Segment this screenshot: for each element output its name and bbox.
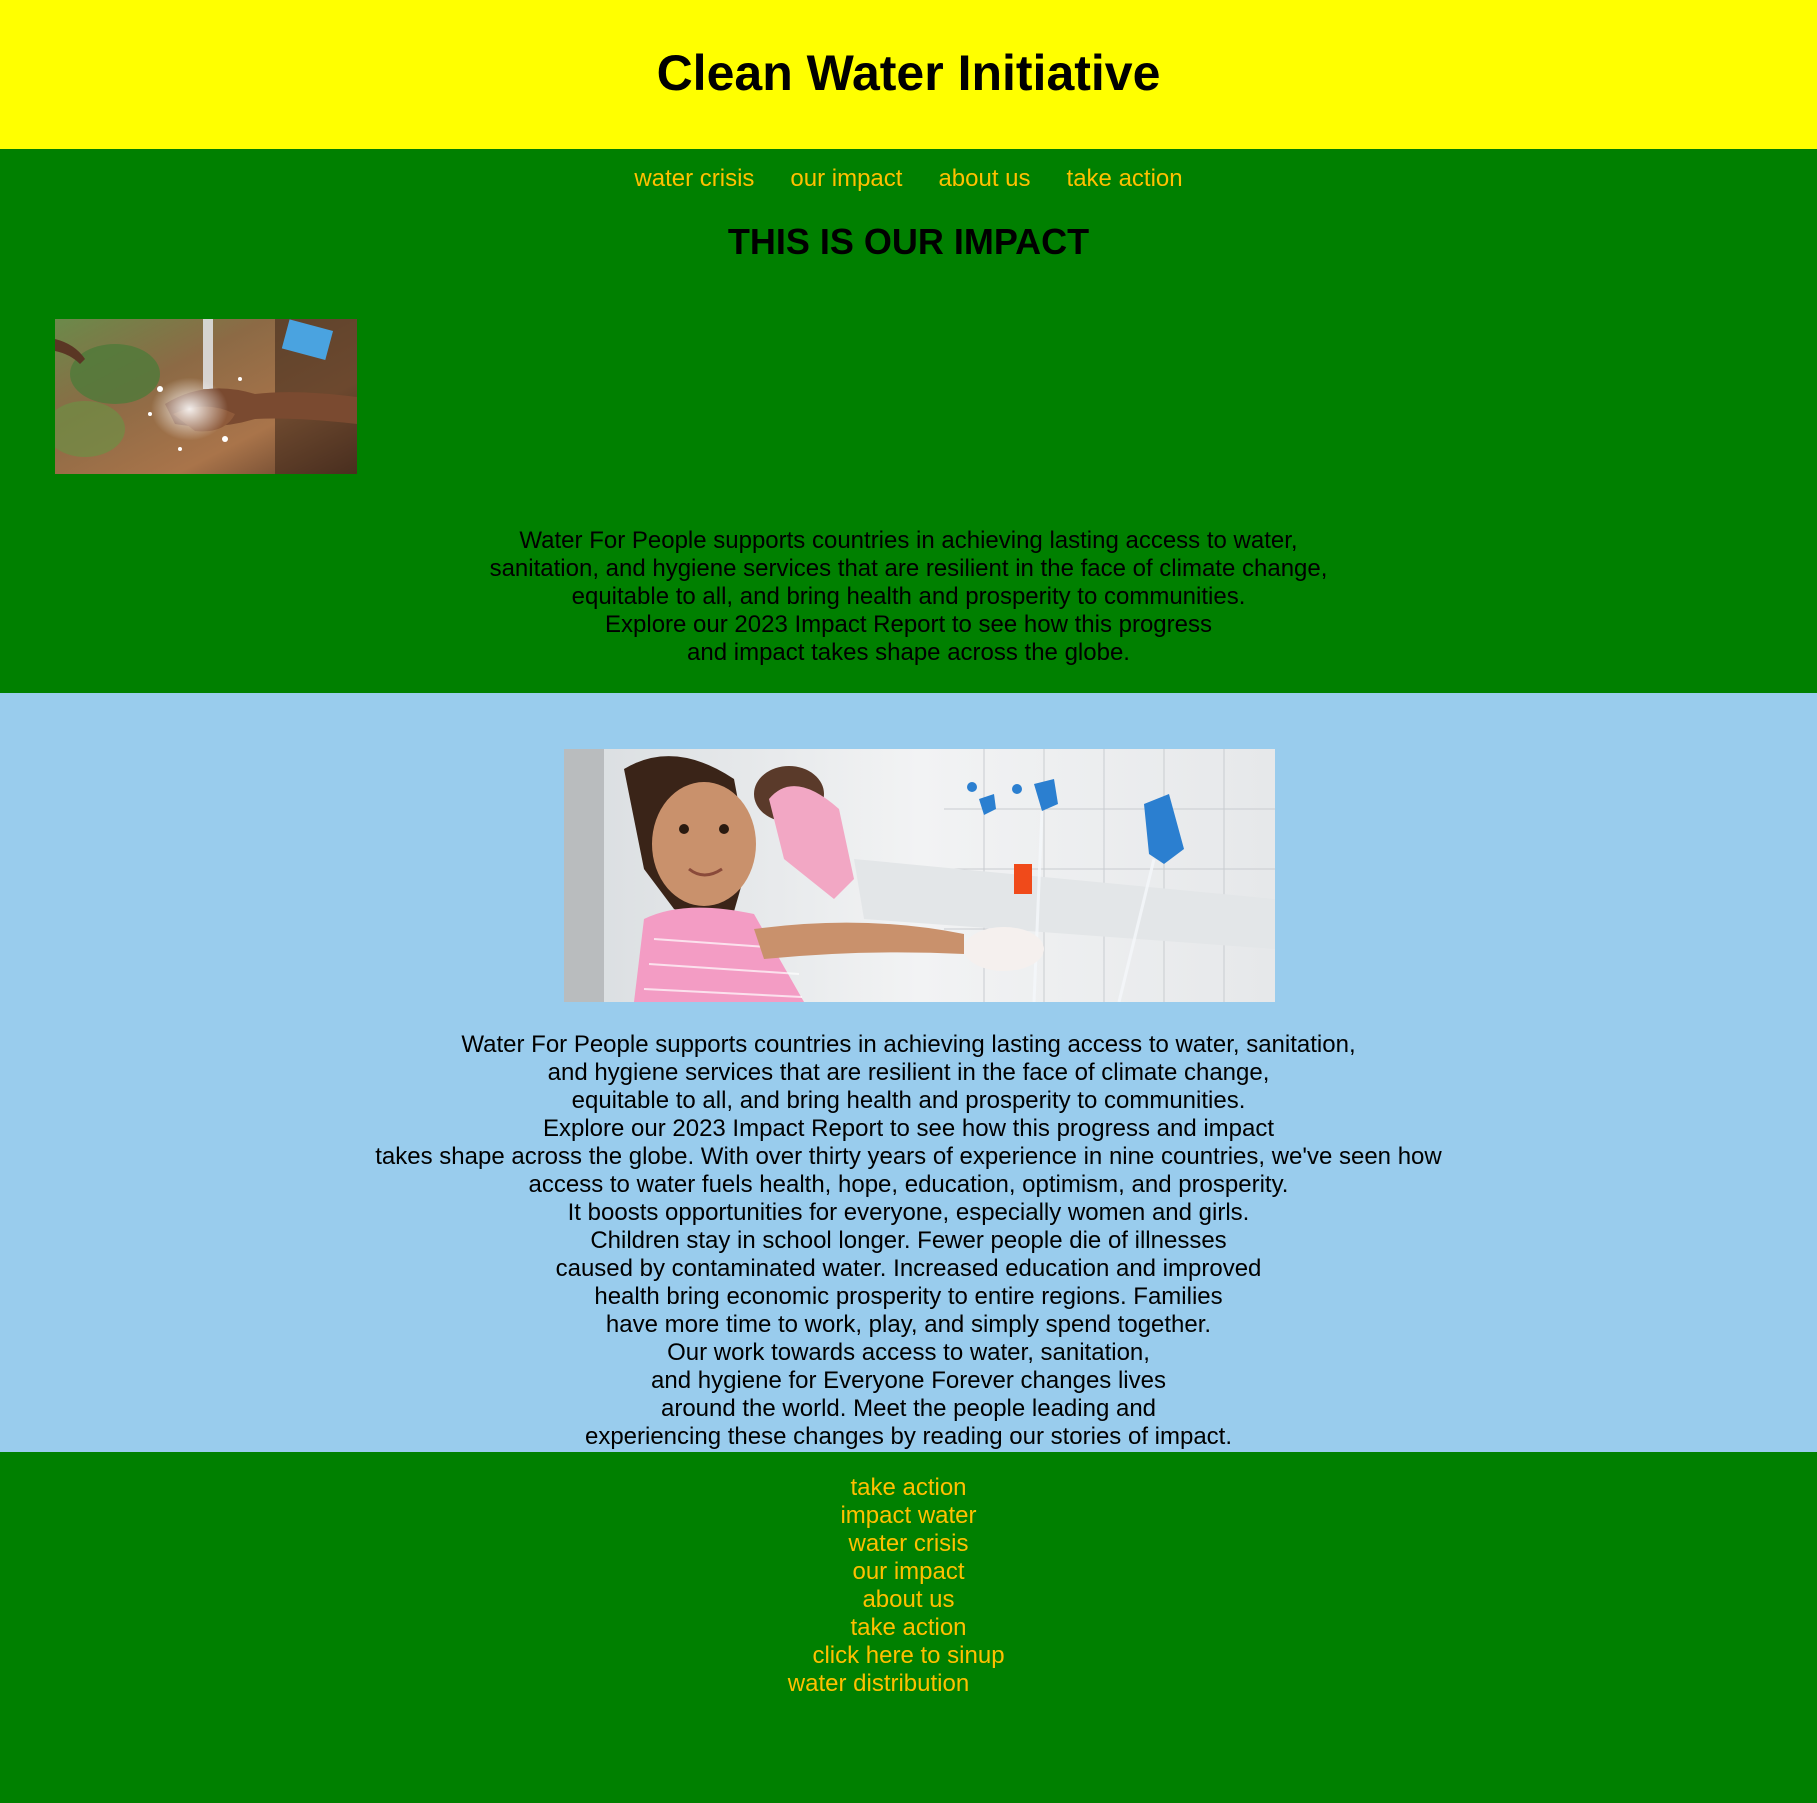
- hands-water-photo: [55, 319, 357, 474]
- nav-link-about-us[interactable]: about us: [938, 165, 1030, 193]
- footer-link-take-action-2[interactable]: take action: [850, 1614, 966, 1642]
- footer-link-impact-water[interactable]: impact water: [840, 1502, 976, 1530]
- site-footer: take action impact water water crisis ou…: [0, 1452, 1817, 1803]
- footer-link-take-action[interactable]: take action: [850, 1474, 966, 1502]
- footer-link-our-impact[interactable]: our impact: [852, 1558, 964, 1586]
- site-title: Clean Water Initiative: [656, 44, 1161, 101]
- footer-link-water-crisis[interactable]: water crisis: [848, 1530, 968, 1558]
- nav-link-take-action[interactable]: take action: [1067, 165, 1183, 193]
- site-header: Clean Water Initiative: [0, 0, 1817, 149]
- impact-heading: THIS IS OUR IMPACT: [727, 221, 1090, 262]
- top-nav: water crisis our impact about us take ac…: [0, 149, 1817, 209]
- stories-description: Water For People supports countries in a…: [375, 1031, 1442, 1450]
- footer-link-signup[interactable]: click here to sinup: [812, 1642, 1004, 1670]
- girl-handwashing-photo: [564, 749, 1275, 1002]
- impact-section: water crisis our impact about us take ac…: [0, 149, 1817, 693]
- footer-link-about-us[interactable]: about us: [862, 1586, 954, 1614]
- footer-link-water-distribution[interactable]: water distribution: [788, 1670, 969, 1698]
- stories-section: Water For People supports countries in a…: [0, 693, 1817, 1452]
- footer-links: take action impact water water crisis ou…: [0, 1474, 1817, 1698]
- nav-link-our-impact[interactable]: our impact: [790, 165, 902, 193]
- nav-link-water-crisis[interactable]: water crisis: [634, 165, 754, 193]
- impact-description: Water For People supports countries in a…: [489, 527, 1328, 666]
